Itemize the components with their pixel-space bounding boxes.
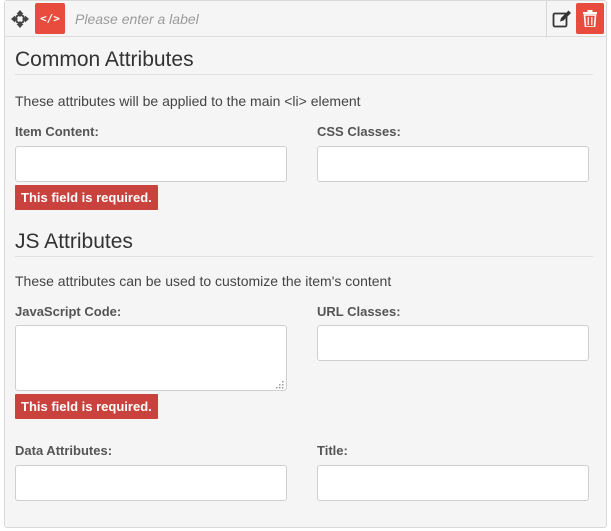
- move-arrows-icon: [11, 10, 29, 28]
- item-label-input[interactable]: [67, 3, 547, 34]
- code-toggle-button[interactable]: </>: [35, 3, 65, 34]
- move-handle[interactable]: [5, 1, 35, 37]
- common-attributes-heading: Common Attributes: [15, 47, 593, 75]
- js-attributes-description: These attributes can be used to customiz…: [15, 273, 392, 289]
- delete-button[interactable]: [576, 3, 604, 34]
- code-icon: </>: [40, 12, 60, 25]
- css-classes-input[interactable]: [317, 146, 589, 182]
- javascript-code-error: This field is required.: [15, 394, 158, 419]
- item-toolbar: </>: [5, 1, 606, 37]
- edit-icon: [552, 10, 571, 28]
- data-attributes-label: Data Attributes:: [15, 443, 113, 458]
- item-content-label: Item Content:: [15, 124, 99, 139]
- url-classes-label: URL Classes:: [317, 304, 401, 319]
- javascript-code-textarea[interactable]: [15, 325, 287, 391]
- data-attributes-input[interactable]: [15, 465, 287, 501]
- title-label: Title:: [317, 443, 348, 458]
- item-content-input[interactable]: [15, 146, 287, 182]
- edit-button[interactable]: [548, 1, 576, 37]
- toolbar-divider: [546, 1, 547, 37]
- title-input[interactable]: [317, 465, 589, 501]
- js-attributes-heading: JS Attributes: [15, 229, 593, 257]
- item-content-error: This field is required.: [15, 185, 158, 210]
- trash-icon: [583, 10, 597, 27]
- menu-item-editor-panel: </> Common Attributes These attributes w…: [4, 0, 607, 528]
- url-classes-input[interactable]: [317, 325, 589, 361]
- common-attributes-description: These attributes will be applied to the …: [15, 93, 361, 109]
- css-classes-label: CSS Classes:: [317, 124, 401, 139]
- resize-grip-icon[interactable]: [276, 381, 284, 389]
- javascript-code-label: JavaScript Code:: [15, 304, 122, 319]
